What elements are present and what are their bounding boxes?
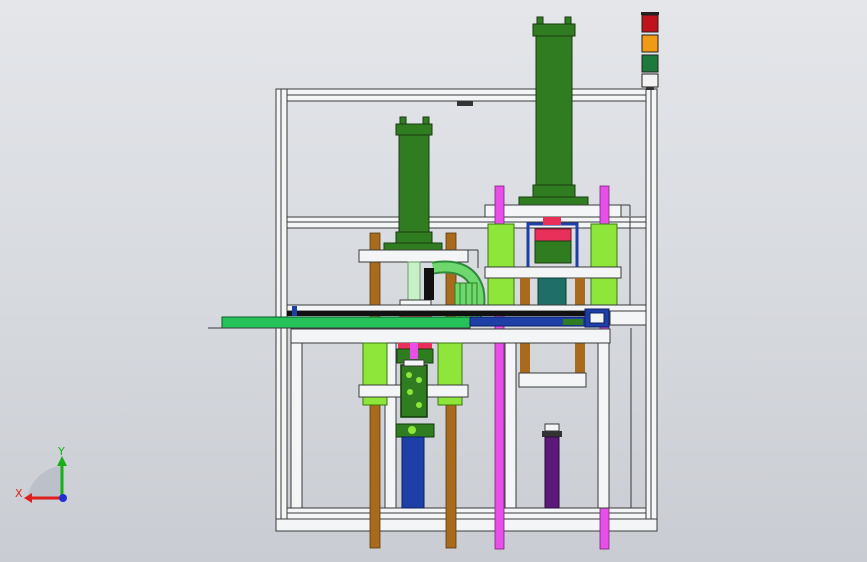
- signal-tower-icon: [641, 12, 659, 90]
- left-upper-plate: [358, 249, 469, 263]
- table-leg-1: [290, 342, 303, 509]
- table-leg-3: [504, 342, 517, 509]
- right-lower-plate: [484, 266, 622, 279]
- right-bushing-left: [487, 223, 515, 269]
- right-press-cylinder[interactable]: [518, 16, 589, 206]
- left-press-cylinder[interactable]: [383, 116, 443, 251]
- left-actuator-blue: [401, 436, 425, 509]
- cad-viewport[interactable]: Y X: [0, 0, 867, 562]
- purple-actuator: [544, 436, 560, 509]
- right-lower-bracket: [518, 372, 587, 388]
- conveyor-belt: [221, 316, 471, 329]
- x-axis-label: X: [15, 487, 23, 500]
- top-bracket: [457, 101, 473, 106]
- conveyor-assembly[interactable]: [208, 304, 647, 329]
- work-table: [290, 328, 611, 344]
- table-leg-4: [597, 342, 610, 509]
- right-bushing-right: [590, 223, 618, 269]
- y-axis-label: Y: [57, 445, 65, 458]
- coordinate-triad-icon: [24, 456, 67, 503]
